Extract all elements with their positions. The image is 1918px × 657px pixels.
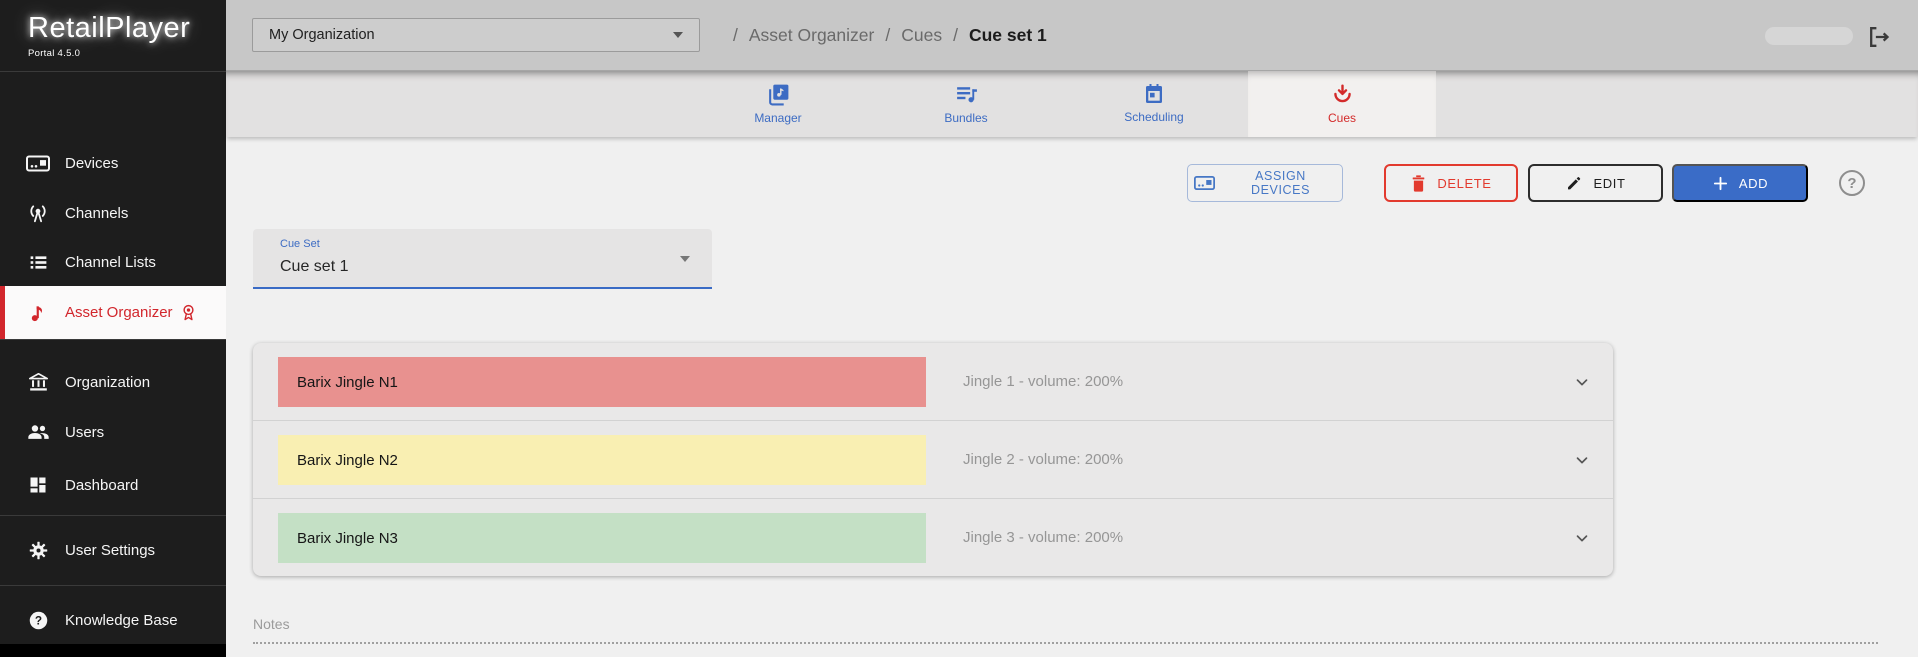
bank-icon bbox=[24, 372, 52, 393]
tab-label: Manager bbox=[754, 111, 801, 125]
user-pill[interactable] bbox=[1765, 27, 1853, 45]
tab-bundles[interactable]: Bundles bbox=[872, 71, 1060, 137]
organization-select[interactable]: My Organization bbox=[252, 18, 700, 52]
sidebar-item-label: Devices bbox=[65, 155, 118, 172]
cue-color-tag: Barix Jingle N1 bbox=[278, 357, 926, 407]
add-label: ADD bbox=[1739, 176, 1768, 191]
sidebar-item-asset-organizer[interactable]: Asset Organizer bbox=[0, 286, 226, 339]
sidebar-item-label: Channel Lists bbox=[65, 254, 156, 271]
question-circle-icon: ? bbox=[24, 610, 52, 631]
breadcrumb-separator: / bbox=[885, 25, 890, 46]
brand-name: RetailPlayer bbox=[28, 12, 190, 45]
assign-devices-button[interactable]: ASSIGN DEVICES bbox=[1187, 164, 1343, 202]
logout-icon[interactable] bbox=[1866, 24, 1893, 50]
chevron-down-icon[interactable] bbox=[1573, 373, 1591, 391]
broadcast-icon bbox=[24, 202, 52, 224]
delete-button[interactable]: DELETE bbox=[1384, 164, 1518, 202]
chevron-down-icon bbox=[673, 32, 683, 38]
queue-music-icon bbox=[954, 82, 979, 107]
chevron-down-icon[interactable] bbox=[1573, 451, 1591, 469]
sidebar: RetailPlayer Portal 4.5.0 Devices Channe… bbox=[0, 0, 226, 657]
sidebar-item-label: Organization bbox=[65, 374, 150, 391]
list-icon bbox=[24, 252, 52, 273]
sidebar-divider bbox=[0, 515, 226, 516]
plus-icon bbox=[1712, 175, 1729, 192]
cue-download-icon bbox=[1330, 82, 1355, 107]
music-note-icon bbox=[24, 302, 52, 324]
sidebar-item-channels[interactable]: Channels bbox=[0, 188, 226, 238]
cue-list-panel: Barix Jingle N1 Jingle 1 - volume: 200% … bbox=[253, 343, 1613, 576]
organization-select-value: My Organization bbox=[269, 27, 375, 43]
devices-icon bbox=[24, 155, 52, 172]
sidebar-item-label: Channels bbox=[65, 205, 128, 222]
breadcrumb-asset-organizer[interactable]: Asset Organizer bbox=[749, 25, 874, 46]
gear-icon bbox=[24, 540, 52, 561]
cue-details: Jingle 3 - volume: 200% bbox=[963, 499, 1123, 576]
sidebar-divider bbox=[0, 585, 226, 586]
sidebar-item-dashboard[interactable]: Dashboard bbox=[0, 460, 226, 510]
trash-icon bbox=[1410, 174, 1427, 193]
cue-name: Barix Jingle N2 bbox=[297, 452, 398, 469]
cue-name: Barix Jingle N3 bbox=[297, 530, 398, 547]
cue-name: Barix Jingle N1 bbox=[297, 374, 398, 391]
devices-icon bbox=[1194, 176, 1215, 190]
help-glyph: ? bbox=[1847, 175, 1856, 192]
tab-manager[interactable]: Manager bbox=[684, 71, 872, 137]
tab-scheduling[interactable]: Scheduling bbox=[1060, 71, 1248, 137]
sidebar-item-organization[interactable]: Organization bbox=[0, 357, 226, 407]
svg-text:?: ? bbox=[34, 613, 41, 627]
sidebar-item-devices[interactable]: Devices bbox=[0, 138, 226, 188]
notes-input[interactable] bbox=[253, 628, 1878, 644]
breadcrumb-current: Cue set 1 bbox=[969, 25, 1047, 46]
cue-set-select-label: Cue Set bbox=[280, 238, 320, 250]
pencil-icon bbox=[1565, 174, 1583, 192]
tab-label: Scheduling bbox=[1124, 110, 1183, 124]
tab-cues[interactable]: Cues bbox=[1248, 71, 1436, 137]
breadcrumb: / Asset Organizer / Cues / Cue set 1 bbox=[733, 0, 1047, 71]
users-icon bbox=[24, 422, 52, 442]
sidebar-item-label: User Settings bbox=[65, 542, 155, 559]
dashboard-icon bbox=[24, 475, 52, 495]
library-music-icon bbox=[766, 82, 791, 107]
breadcrumb-cues[interactable]: Cues bbox=[901, 25, 942, 46]
sidebar-divider bbox=[0, 339, 226, 340]
brand-version: Portal 4.5.0 bbox=[28, 48, 190, 59]
sidebar-item-users[interactable]: Users bbox=[0, 407, 226, 457]
breadcrumb-separator: / bbox=[953, 25, 958, 46]
add-button[interactable]: ADD bbox=[1672, 164, 1808, 202]
sidebar-divider bbox=[0, 71, 226, 72]
cue-set-select-value: Cue set 1 bbox=[280, 258, 348, 276]
new-badge-icon bbox=[180, 303, 197, 322]
chevron-down-icon[interactable] bbox=[1573, 529, 1591, 547]
cue-row[interactable]: Barix Jingle N3 Jingle 3 - volume: 200% bbox=[253, 499, 1613, 576]
assign-devices-label: ASSIGN DEVICES bbox=[1225, 169, 1336, 197]
delete-label: DELETE bbox=[1437, 176, 1491, 191]
tab-label: Bundles bbox=[944, 111, 987, 125]
brand-logo: RetailPlayer Portal 4.5.0 bbox=[28, 12, 190, 59]
sidebar-item-label: Dashboard bbox=[65, 477, 138, 494]
chevron-down-icon bbox=[680, 256, 690, 262]
breadcrumb-separator: / bbox=[733, 25, 738, 46]
help-icon[interactable]: ? bbox=[1839, 170, 1865, 196]
sidebar-footer bbox=[0, 644, 226, 657]
sidebar-item-label: Users bbox=[65, 424, 104, 441]
sidebar-item-label: Asset Organizer bbox=[65, 304, 173, 321]
cue-details: Jingle 1 - volume: 200% bbox=[963, 343, 1123, 420]
cue-details: Jingle 2 - volume: 200% bbox=[963, 421, 1123, 498]
cue-color-tag: Barix Jingle N2 bbox=[278, 435, 926, 485]
sidebar-item-knowledge-base[interactable]: ? Knowledge Base bbox=[0, 595, 226, 645]
sidebar-item-user-settings[interactable]: User Settings bbox=[0, 525, 226, 575]
app-window: RetailPlayer Portal 4.5.0 Devices Channe… bbox=[0, 0, 1918, 657]
sidebar-item-channel-lists[interactable]: Channel Lists bbox=[0, 237, 226, 287]
edit-button[interactable]: EDIT bbox=[1528, 164, 1663, 202]
cue-set-select[interactable]: Cue Set Cue set 1 bbox=[253, 229, 712, 289]
cue-color-tag: Barix Jingle N3 bbox=[278, 513, 926, 563]
edit-label: EDIT bbox=[1593, 176, 1625, 191]
cue-row[interactable]: Barix Jingle N1 Jingle 1 - volume: 200% bbox=[253, 343, 1613, 421]
tab-label: Cues bbox=[1328, 111, 1356, 125]
cue-row[interactable]: Barix Jingle N2 Jingle 2 - volume: 200% bbox=[253, 421, 1613, 499]
calendar-icon bbox=[1142, 82, 1166, 106]
sidebar-item-label: Knowledge Base bbox=[65, 612, 178, 629]
